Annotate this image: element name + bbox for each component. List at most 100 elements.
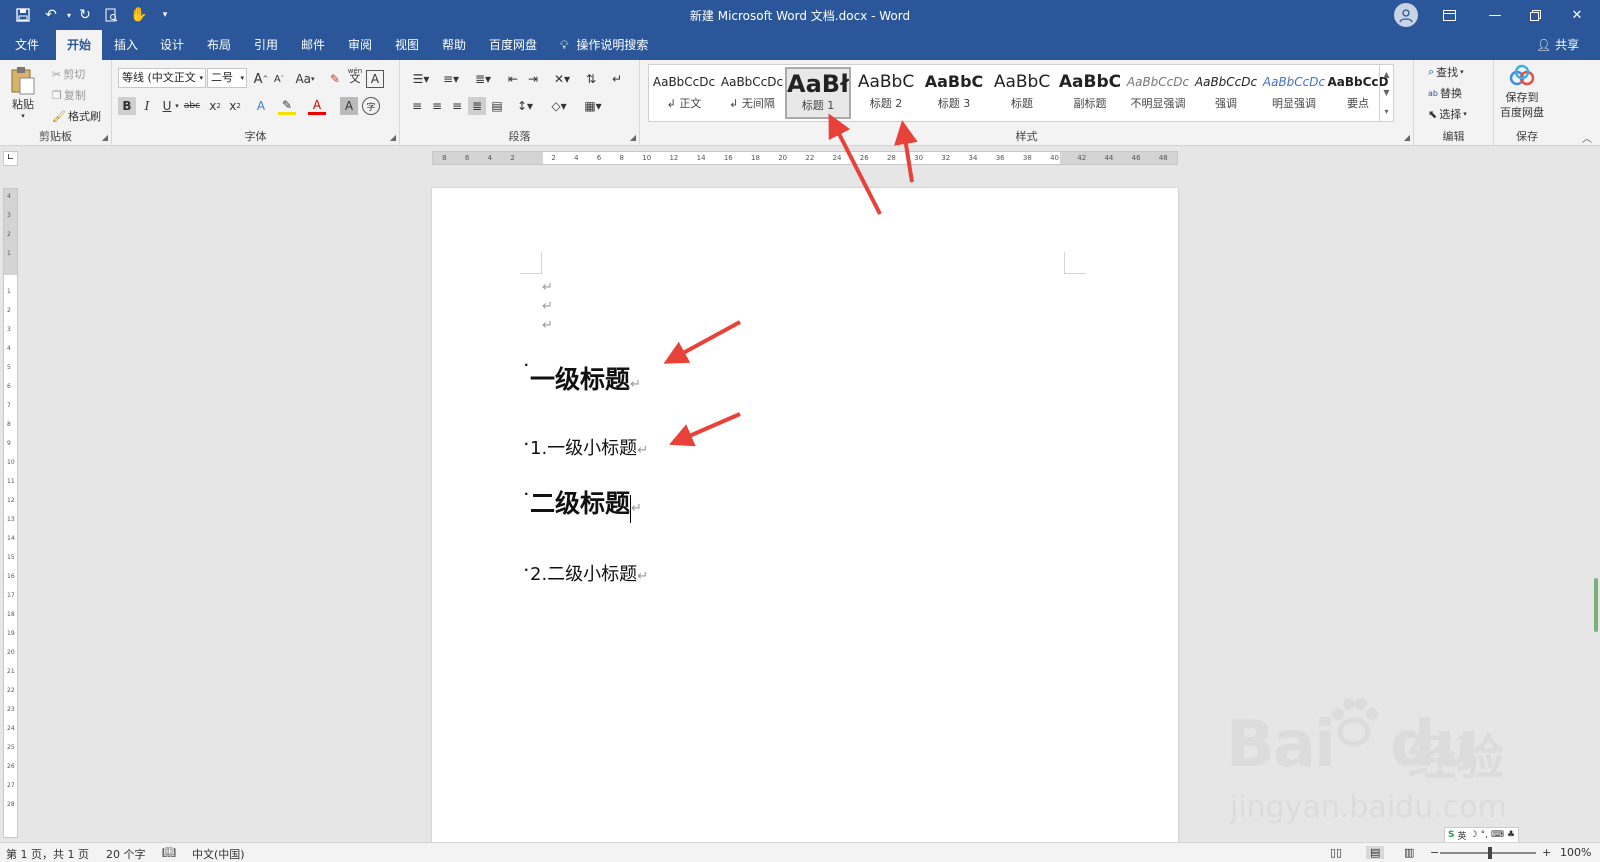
increase-indent-icon[interactable]: ⇥ [524,70,542,88]
proofing-icon[interactable]: 📖︎ [162,846,176,859]
zoom-out-icon[interactable]: − [1430,846,1439,859]
multilevel-list-icon[interactable]: ≣▾ [470,70,496,88]
numbering-icon[interactable]: ≡▾ [438,70,464,88]
grow-font-button[interactable]: A ^ [252,70,270,88]
style-subtle-emphasis[interactable]: AaBbCcDc 不明显强调 [1125,67,1191,119]
zoom-thumb[interactable] [1488,847,1492,859]
chevron-down-icon[interactable]: ▼ [1383,88,1389,97]
paragraph-launcher-icon[interactable]: ◢ [630,133,636,142]
tab-home[interactable]: 开始 [56,30,102,60]
highlight-icon[interactable]: ✎ [278,97,296,115]
ime-toolbar[interactable]: S 英 ☽ °, ⌨ ♣ [1444,827,1520,843]
avatar[interactable] [1394,3,1418,27]
language-status[interactable]: 中文(中国) [192,846,245,862]
style-no-spacing[interactable]: AaBbCcDc ↲ 无间隔 [719,67,785,119]
heading-2-paragraph[interactable]: . 1.一级小标题↵ [524,434,648,460]
decrease-indent-icon[interactable]: ⇤ [504,70,522,88]
page-count[interactable]: 第 1 页，共 1 页 [6,846,89,862]
enclose-char-button[interactable]: 字 [362,97,380,115]
align-left-icon[interactable]: ≡ [408,97,426,115]
collapse-ribbon-icon[interactable]: ︿ [1582,130,1592,145]
zoom-level[interactable]: 100% [1560,846,1591,859]
italic-button[interactable]: I [138,97,156,115]
tab-view[interactable]: 视图 [387,30,427,60]
font-size-select[interactable]: 二号 ▾ [207,68,247,88]
replace-button[interactable]: ab 替换 [1428,85,1462,101]
save-to-baidu-button[interactable]: 保存到 百度网盘 [1500,64,1544,120]
tell-me-search[interactable]: 💡︎ 操作说明搜索 [560,30,648,60]
clipboard-launcher-icon[interactable]: ◢ [102,133,108,142]
superscript-button[interactable]: x2 [226,97,244,115]
style-title[interactable]: AaBbC 标题 [989,67,1055,119]
tab-baidu-netdisk[interactable]: 百度网盘 [482,30,544,60]
underline-dropdown-icon[interactable]: ▾ [172,97,182,115]
read-mode-icon[interactable]: ▯▯ [1330,846,1342,859]
sort-icon[interactable]: ⇅ [582,70,600,88]
justify-icon[interactable]: ≣ [468,97,486,115]
style-subtitle[interactable]: AaBbC 副标题 [1057,67,1123,119]
restore-icon[interactable] [1512,0,1558,30]
char-border-button[interactable]: A [366,70,384,88]
tab-file[interactable]: 文件 [8,30,46,60]
gallery-scroll[interactable]: ▲ ▼ ▾ [1379,65,1393,121]
tab-help[interactable]: 帮助 [434,30,474,60]
heading-1-paragraph[interactable]: · 一级标题↵ [524,358,641,396]
bold-button[interactable]: B [118,97,136,115]
print-layout-icon[interactable]: ▤ [1366,846,1385,859]
share-button[interactable]: 👤︎ 共享 [1536,30,1579,60]
tab-layout[interactable]: 布局 [199,30,239,60]
line-spacing-icon[interactable]: ↕▾ [512,97,538,115]
ribbon-display-icon[interactable] [1426,0,1472,30]
text-effects-button[interactable]: A [252,97,270,115]
cut-button[interactable]: ✂ 剪切 [52,66,85,82]
font-color-button[interactable]: A [308,97,326,115]
styles-launcher-icon[interactable]: ◢ [1404,133,1410,142]
style-normal[interactable]: AaBbCcDc ↲ 正文 [651,67,717,119]
heading-2-paragraph[interactable]: . 2.二级小标题↵ [524,560,648,586]
horizontal-ruler[interactable]: 8 6 4 2 2 4 6 8 10 12 14 16 18 20 22 24 26 28 30 32 34 36 38 40… [432,151,1178,165]
tab-references[interactable]: 引用 [246,30,286,60]
select-button[interactable]: ⬉ 选择 ▾ [1428,106,1467,122]
style-heading-1[interactable]: AaBł 标题 1 [785,67,851,119]
chinese-layout-icon[interactable]: ✕▾ [550,70,574,88]
format-painter-button[interactable]: 🖌︎ 格式刷 [52,108,101,124]
paste-button[interactable]: 粘贴 ▾ [10,66,36,120]
change-case-button[interactable]: Aa ▾ [292,70,318,88]
vertical-ruler[interactable]: 4 3 2 1 1 2 3 4 5 6 7 8 9 10 11 12 13 14 15 16 17 18 19 20 21 22 2… [3,188,18,838]
align-right-icon[interactable]: ≡ [448,97,466,115]
chevron-up-icon[interactable]: ▲ [1383,70,1389,79]
scroll-thumb[interactable] [1594,578,1598,632]
shading-icon[interactable]: ◇▾ [546,97,572,115]
shrink-font-button[interactable]: Aˇ [270,70,288,88]
style-intense-emphasis[interactable]: AaBbCcDc 明显强调 [1261,67,1327,119]
heading-1-paragraph[interactable]: . 二级标题↵ [524,484,642,523]
style-emphasis[interactable]: AaBbCcDc 强调 [1193,67,1259,119]
vertical-scrollbar[interactable] [1584,168,1600,842]
tab-insert[interactable]: 插入 [106,30,146,60]
style-heading-2[interactable]: AaBbC 标题 2 [853,67,919,119]
subscript-button[interactable]: x2 [206,97,224,115]
document-page[interactable]: ↵ ↵ ↵ · 一级标题↵ . 1.一级小标题↵ . 二级标题↵ . 2.二级小标题↵ [432,188,1178,842]
show-marks-icon[interactable]: ↵ [608,70,626,88]
zoom-in-icon[interactable]: + [1542,846,1551,859]
gallery-more-icon[interactable]: ▾ [1384,107,1388,116]
font-launcher-icon[interactable]: ◢ [390,133,396,142]
web-layout-icon[interactable]: ▥ [1404,846,1414,859]
clear-format-icon[interactable]: ✎ [326,70,344,88]
tab-stop-selector[interactable]: ∟ [3,151,18,166]
char-shading-button[interactable]: A [340,97,358,115]
distribute-icon[interactable]: ▤ [488,97,506,115]
word-count[interactable]: 20 个字 [106,846,146,862]
bullets-icon[interactable]: ☰▾ [408,70,434,88]
strikethrough-button[interactable]: abc [182,97,202,115]
style-heading-3[interactable]: AaBbC 标题 3 [921,67,987,119]
tab-design[interactable]: 设计 [152,30,192,60]
tab-review[interactable]: 审阅 [340,30,380,60]
borders-icon[interactable]: ▦▾ [580,97,606,115]
find-button[interactable]: ⌕ 查找 ▾ [1428,64,1464,80]
tab-mailings[interactable]: 邮件 [293,30,333,60]
pinyin-guide-button[interactable]: wén 文 [346,66,364,84]
font-name-select[interactable]: 等线 (中文正文 ▾ [118,68,206,88]
copy-button[interactable]: ❐ 复制 [52,87,86,103]
align-center-icon[interactable]: ≡ [428,97,446,115]
